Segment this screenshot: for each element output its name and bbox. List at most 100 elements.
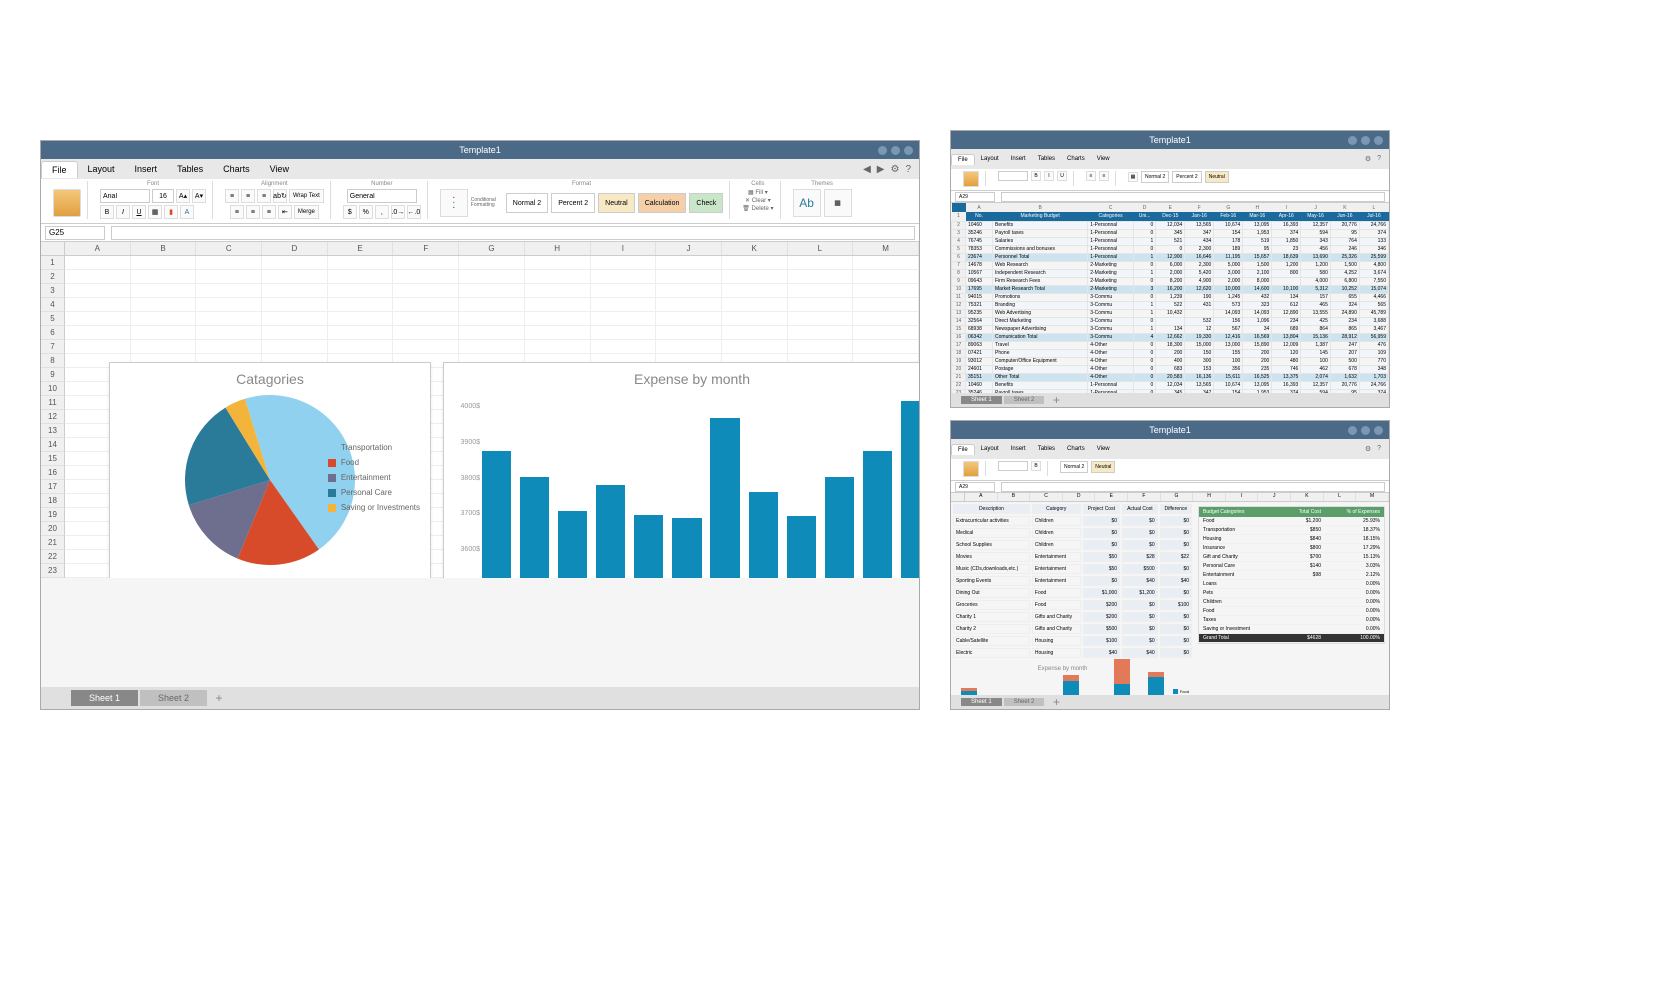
font-color-icon[interactable]: A — [180, 205, 194, 219]
row-header[interactable]: 6 — [41, 326, 65, 340]
align-top-icon[interactable]: ≡ — [225, 189, 239, 203]
italic-button[interactable]: I — [116, 205, 130, 219]
minimize-icon[interactable] — [1348, 426, 1357, 435]
name-box[interactable] — [955, 482, 995, 492]
column-header[interactable]: E — [1095, 493, 1128, 501]
menu-tab-insert[interactable]: Insert — [1005, 444, 1032, 454]
table-row[interactable]: 1194015Promotions3-Commu01,2391901,24543… — [952, 293, 1389, 301]
menu-tab-tables[interactable]: Tables — [1032, 444, 1061, 454]
maximize-icon[interactable] — [1361, 136, 1370, 145]
table-row[interactable]: 623674Personnel Total1-Personnal112,9001… — [952, 253, 1389, 261]
menu-tab-tables[interactable]: Tables — [1032, 154, 1061, 164]
align-icon[interactable]: ≡ — [1099, 171, 1109, 181]
style-check[interactable]: Check — [689, 193, 723, 213]
column-header[interactable]: L — [788, 242, 854, 255]
align-center-icon[interactable]: ≡ — [246, 205, 260, 219]
style-percent[interactable]: Percent 2 — [551, 193, 595, 213]
table-row[interactable]: GroceriesFood$200$0$100 — [953, 600, 1192, 610]
currency-icon[interactable]: $ — [343, 205, 357, 219]
sheet-tab[interactable]: Sheet 1 — [961, 396, 1002, 404]
orientation-icon[interactable]: ab↻ — [273, 189, 287, 203]
maximize-icon[interactable] — [1361, 426, 1370, 435]
paste-icon[interactable] — [963, 461, 979, 477]
italic-button[interactable]: I — [1044, 171, 1054, 181]
column-header[interactable]: I — [1226, 493, 1259, 501]
style-neutral[interactable]: Neutral — [598, 193, 635, 213]
table-row[interactable]: Cable/SatelliteHousing$100$0$0 — [953, 636, 1192, 646]
number-format-select[interactable] — [347, 189, 417, 203]
help-icon[interactable]: ? — [1377, 445, 1381, 453]
column-header[interactable]: E — [328, 242, 394, 255]
column-header[interactable]: G — [1161, 493, 1194, 501]
column-header[interactable]: C — [1030, 493, 1063, 501]
decrease-decimal-icon[interactable]: ←.0 — [407, 205, 421, 219]
column-header[interactable]: H — [1193, 493, 1226, 501]
decrease-font-icon[interactable]: A▾ — [192, 189, 206, 203]
menu-tab-tables[interactable]: Tables — [167, 161, 213, 177]
sheet-tab[interactable]: Sheet 1 — [961, 698, 1002, 706]
underline-button[interactable]: U — [1057, 171, 1067, 181]
comma-icon[interactable]: , — [375, 205, 389, 219]
table-row[interactable]: Charity 2Gifts and Charity$500$0$0 — [953, 624, 1192, 634]
table-row[interactable]: Sporting EventsEntertainment$0$40$40 — [953, 576, 1192, 586]
conditional-formatting-icon[interactable]: ▪▪▪ — [440, 189, 468, 217]
table-row[interactable]: Extracurricular activitiesChildren$0$0$0 — [953, 516, 1192, 526]
menu-tab-insert[interactable]: Insert — [125, 161, 168, 177]
row-header[interactable]: 21 — [41, 536, 65, 550]
menu-tab-insert[interactable]: Insert — [1005, 154, 1032, 164]
close-icon[interactable] — [904, 146, 913, 155]
increase-font-icon[interactable]: A▴ — [176, 189, 190, 203]
menu-tab-charts[interactable]: Charts — [1061, 444, 1091, 454]
row-header[interactable]: 1 — [41, 256, 65, 270]
row-header[interactable]: 17 — [41, 480, 65, 494]
table-row[interactable]: 476745Salaries1-Personnal15214341785191,… — [952, 237, 1389, 245]
delete-button[interactable]: 🗑 Delete ▾ — [742, 205, 773, 212]
align-icon[interactable]: ≡ — [1086, 171, 1096, 181]
chart-bar-expense[interactable]: Expense by month 4000$3900$3800$3700$360… — [443, 362, 919, 578]
sheet-tab[interactable]: Sheet 2 — [1004, 396, 1045, 404]
add-sheet-button[interactable]: + — [1046, 695, 1066, 709]
bold-button[interactable]: B — [1031, 171, 1041, 181]
select-all-corner[interactable] — [41, 242, 65, 255]
clear-button[interactable]: ✕ Clear ▾ — [745, 197, 771, 204]
table-row[interactable]: 810567Independent Research2-Marketing12,… — [952, 269, 1389, 277]
align-right-icon[interactable]: ≡ — [262, 205, 276, 219]
themes-icon[interactable]: Ab — [793, 189, 821, 217]
table-row[interactable]: MoviesEntertainment$50$28$22 — [953, 552, 1192, 562]
column-header[interactable]: F — [393, 242, 459, 255]
wrap-text-button[interactable]: Wrap Text — [289, 189, 324, 203]
theme-colors-icon[interactable]: ▦ — [824, 189, 852, 217]
menu-tab-layout[interactable]: Layout — [78, 161, 125, 177]
name-box[interactable] — [45, 226, 105, 240]
worksheet-body[interactable]: DescriptionCategoryProject CostActual Co… — [951, 502, 1389, 710]
table-row[interactable]: 2210460Benefits1-Personnal012,03413,5651… — [952, 381, 1389, 389]
minimize-icon[interactable] — [1348, 136, 1357, 145]
minimize-icon[interactable] — [878, 146, 887, 155]
column-header[interactable]: L — [1324, 493, 1357, 501]
table-row[interactable]: Dining OutFood$1,000$1,200$0 — [953, 588, 1192, 598]
help-icon[interactable]: ? — [1377, 155, 1381, 163]
table-row[interactable]: 1606342Comunication Total3-Commu412,6621… — [952, 333, 1389, 341]
merge-button[interactable]: Merge — [294, 205, 319, 219]
indent-decrease-icon[interactable]: ⇤ — [278, 205, 292, 219]
table-row[interactable]: 909643Firm Research Fees2-Marketing08,20… — [952, 277, 1389, 285]
close-icon[interactable] — [1374, 136, 1383, 145]
formula-bar[interactable] — [111, 226, 915, 240]
menu-tab-file[interactable]: File — [41, 161, 78, 178]
font-size-select[interactable] — [152, 189, 174, 203]
sheet-tab[interactable]: Sheet 1 — [71, 690, 138, 706]
percent-icon[interactable]: % — [359, 205, 373, 219]
menu-tab-charts[interactable]: Charts — [213, 161, 260, 177]
table-row[interactable]: 714678Web Research2-Marketing06,0002,300… — [952, 261, 1389, 269]
menu-tab-view[interactable]: View — [260, 161, 299, 177]
fill-color-icon[interactable]: ▮ — [164, 205, 178, 219]
table-row[interactable]: 210460Benefits1-Personnal012,03413,56510… — [952, 221, 1389, 229]
row-header[interactable]: 5 — [41, 312, 65, 326]
row-header[interactable]: 2 — [41, 270, 65, 284]
gear-icon[interactable]: ⚙ — [1365, 155, 1371, 163]
row-header[interactable]: 15 — [41, 452, 65, 466]
font-name-select[interactable] — [998, 171, 1028, 181]
style-calculation[interactable]: Calculation — [638, 193, 687, 213]
align-middle-icon[interactable]: ≡ — [241, 189, 255, 203]
column-header[interactable]: M — [1356, 493, 1389, 501]
